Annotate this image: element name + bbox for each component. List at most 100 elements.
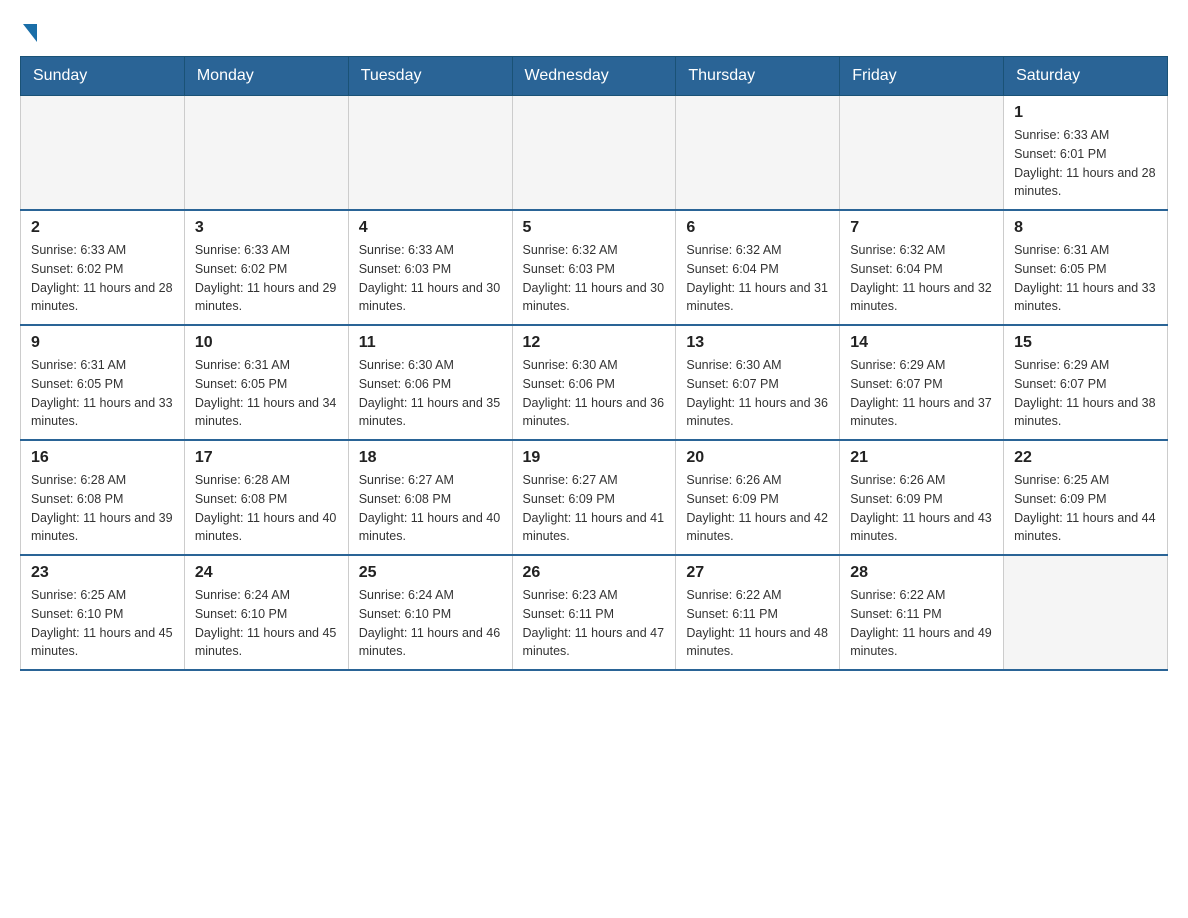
day-info: Sunrise: 6:24 AM Sunset: 6:10 PM Dayligh…	[359, 586, 502, 661]
day-number: 15	[1014, 334, 1157, 352]
day-number: 22	[1014, 449, 1157, 467]
calendar-table: SundayMondayTuesdayWednesdayThursdayFrid…	[20, 56, 1168, 671]
day-info: Sunrise: 6:24 AM Sunset: 6:10 PM Dayligh…	[195, 586, 338, 661]
day-info: Sunrise: 6:29 AM Sunset: 6:07 PM Dayligh…	[850, 356, 993, 431]
calendar-cell	[1004, 555, 1168, 670]
weekday-header-row: SundayMondayTuesdayWednesdayThursdayFrid…	[21, 57, 1168, 96]
day-number: 11	[359, 334, 502, 352]
day-number: 7	[850, 219, 993, 237]
day-info: Sunrise: 6:26 AM Sunset: 6:09 PM Dayligh…	[850, 471, 993, 546]
day-number: 24	[195, 564, 338, 582]
calendar-cell: 10Sunrise: 6:31 AM Sunset: 6:05 PM Dayli…	[184, 325, 348, 440]
day-info: Sunrise: 6:25 AM Sunset: 6:09 PM Dayligh…	[1014, 471, 1157, 546]
day-info: Sunrise: 6:22 AM Sunset: 6:11 PM Dayligh…	[850, 586, 993, 661]
calendar-cell: 20 Sunrise: 6:26 AM Sunset: 6:09 PM Dayli…	[676, 440, 840, 555]
calendar-cell	[348, 96, 512, 211]
day-info: Sunrise: 6:31 AM Sunset: 6:05 PM Dayligh…	[1014, 241, 1157, 316]
day-number: 19	[523, 449, 666, 467]
page-header	[20, 20, 1168, 40]
calendar-cell	[840, 96, 1004, 211]
day-number: 4	[359, 219, 502, 237]
day-number: 25	[359, 564, 502, 582]
weekday-header-sunday: Sunday	[21, 57, 185, 96]
day-number: 3	[195, 219, 338, 237]
calendar-cell: 8 Sunrise: 6:31 AM Sunset: 6:05 PM Daylig…	[1004, 210, 1168, 325]
calendar-cell: 24 Sunrise: 6:24 AM Sunset: 6:10 PM Dayli…	[184, 555, 348, 670]
calendar-cell: 11 Sunrise: 6:30 AM Sunset: 6:06 PM Dayli…	[348, 325, 512, 440]
calendar-cell: 21 Sunrise: 6:26 AM Sunset: 6:09 PM Dayli…	[840, 440, 1004, 555]
calendar-cell: 6 Sunrise: 6:32 AM Sunset: 6:04 PM Daylig…	[676, 210, 840, 325]
day-info: Sunrise: 6:30 AM Sunset: 6:06 PM Dayligh…	[359, 356, 502, 431]
calendar-cell: 2Sunrise: 6:33 AM Sunset: 6:02 PM Daylig…	[21, 210, 185, 325]
day-number: 21	[850, 449, 993, 467]
day-info: Sunrise: 6:29 AM Sunset: 6:07 PM Dayligh…	[1014, 356, 1157, 431]
calendar-week-row: 2Sunrise: 6:33 AM Sunset: 6:02 PM Daylig…	[21, 210, 1168, 325]
calendar-week-row: 23 Sunrise: 6:25 AM Sunset: 6:10 PM Dayli…	[21, 555, 1168, 670]
day-info: Sunrise: 6:25 AM Sunset: 6:10 PM Dayligh…	[31, 586, 174, 661]
weekday-header-thursday: Thursday	[676, 57, 840, 96]
calendar-cell: 9 Sunrise: 6:31 AM Sunset: 6:05 PM Daylig…	[21, 325, 185, 440]
calendar-cell: 28 Sunrise: 6:22 AM Sunset: 6:11 PM Dayli…	[840, 555, 1004, 670]
day-number: 12	[523, 334, 666, 352]
day-info: Sunrise: 6:32 AM Sunset: 6:04 PM Dayligh…	[850, 241, 993, 316]
day-number: 23	[31, 564, 174, 582]
calendar-cell: 3 Sunrise: 6:33 AM Sunset: 6:02 PM Daylig…	[184, 210, 348, 325]
calendar-cell: 25 Sunrise: 6:24 AM Sunset: 6:10 PM Dayli…	[348, 555, 512, 670]
day-number: 20	[686, 449, 829, 467]
day-number: 10	[195, 334, 338, 352]
day-info: Sunrise: 6:27 AM Sunset: 6:09 PM Dayligh…	[523, 471, 666, 546]
day-info: Sunrise: 6:33 AM Sunset: 6:02 PM Dayligh…	[31, 241, 174, 316]
day-info: Sunrise: 6:30 AM Sunset: 6:07 PM Dayligh…	[686, 356, 829, 431]
day-info: Sunrise: 6:33 AM Sunset: 6:01 PM Dayligh…	[1014, 126, 1157, 201]
day-info: Sunrise: 6:33 AM Sunset: 6:03 PM Dayligh…	[359, 241, 502, 316]
calendar-week-row: 16 Sunrise: 6:28 AM Sunset: 6:08 PM Dayli…	[21, 440, 1168, 555]
calendar-cell: 13 Sunrise: 6:30 AM Sunset: 6:07 PM Dayli…	[676, 325, 840, 440]
day-info: Sunrise: 6:30 AM Sunset: 6:06 PM Dayligh…	[523, 356, 666, 431]
calendar-cell: 14 Sunrise: 6:29 AM Sunset: 6:07 PM Dayli…	[840, 325, 1004, 440]
day-number: 13	[686, 334, 829, 352]
day-info: Sunrise: 6:23 AM Sunset: 6:11 PM Dayligh…	[523, 586, 666, 661]
calendar-cell: 17Sunrise: 6:28 AM Sunset: 6:08 PM Dayli…	[184, 440, 348, 555]
day-number: 27	[686, 564, 829, 582]
calendar-cell: 23 Sunrise: 6:25 AM Sunset: 6:10 PM Dayli…	[21, 555, 185, 670]
weekday-header-monday: Monday	[184, 57, 348, 96]
day-info: Sunrise: 6:22 AM Sunset: 6:11 PM Dayligh…	[686, 586, 829, 661]
calendar-cell: 1 Sunrise: 6:33 AM Sunset: 6:01 PM Daylig…	[1004, 96, 1168, 211]
day-number: 8	[1014, 219, 1157, 237]
day-number: 1	[1014, 104, 1157, 122]
day-number: 17	[195, 449, 338, 467]
calendar-week-row: 9 Sunrise: 6:31 AM Sunset: 6:05 PM Daylig…	[21, 325, 1168, 440]
day-info: Sunrise: 6:33 AM Sunset: 6:02 PM Dayligh…	[195, 241, 338, 316]
calendar-cell: 22 Sunrise: 6:25 AM Sunset: 6:09 PM Dayli…	[1004, 440, 1168, 555]
calendar-cell: 15 Sunrise: 6:29 AM Sunset: 6:07 PM Dayli…	[1004, 325, 1168, 440]
weekday-header-friday: Friday	[840, 57, 1004, 96]
day-number: 14	[850, 334, 993, 352]
day-info: Sunrise: 6:32 AM Sunset: 6:04 PM Dayligh…	[686, 241, 829, 316]
day-info: Sunrise: 6:28 AM Sunset: 6:08 PM Dayligh…	[31, 471, 174, 546]
calendar-cell: 16 Sunrise: 6:28 AM Sunset: 6:08 PM Dayli…	[21, 440, 185, 555]
day-number: 28	[850, 564, 993, 582]
day-number: 9	[31, 334, 174, 352]
day-info: Sunrise: 6:32 AM Sunset: 6:03 PM Dayligh…	[523, 241, 666, 316]
calendar-cell: 12 Sunrise: 6:30 AM Sunset: 6:06 PM Dayli…	[512, 325, 676, 440]
day-number: 18	[359, 449, 502, 467]
calendar-cell: 5 Sunrise: 6:32 AM Sunset: 6:03 PM Daylig…	[512, 210, 676, 325]
calendar-cell: 27 Sunrise: 6:22 AM Sunset: 6:11 PM Dayli…	[676, 555, 840, 670]
calendar-cell	[676, 96, 840, 211]
calendar-cell: 26 Sunrise: 6:23 AM Sunset: 6:11 PM Dayli…	[512, 555, 676, 670]
logo	[20, 20, 37, 40]
weekday-header-saturday: Saturday	[1004, 57, 1168, 96]
day-info: Sunrise: 6:31 AM Sunset: 6:05 PM Dayligh…	[31, 356, 174, 431]
calendar-cell: 19 Sunrise: 6:27 AM Sunset: 6:09 PM Dayli…	[512, 440, 676, 555]
calendar-cell: 7 Sunrise: 6:32 AM Sunset: 6:04 PM Daylig…	[840, 210, 1004, 325]
day-number: 16	[31, 449, 174, 467]
day-number: 26	[523, 564, 666, 582]
calendar-cell	[21, 96, 185, 211]
day-info: Sunrise: 6:26 AM Sunset: 6:09 PM Dayligh…	[686, 471, 829, 546]
calendar-cell: 18Sunrise: 6:27 AM Sunset: 6:08 PM Dayli…	[348, 440, 512, 555]
weekday-header-tuesday: Tuesday	[348, 57, 512, 96]
weekday-header-wednesday: Wednesday	[512, 57, 676, 96]
logo-arrow-icon	[23, 24, 37, 42]
day-number: 5	[523, 219, 666, 237]
day-number: 6	[686, 219, 829, 237]
